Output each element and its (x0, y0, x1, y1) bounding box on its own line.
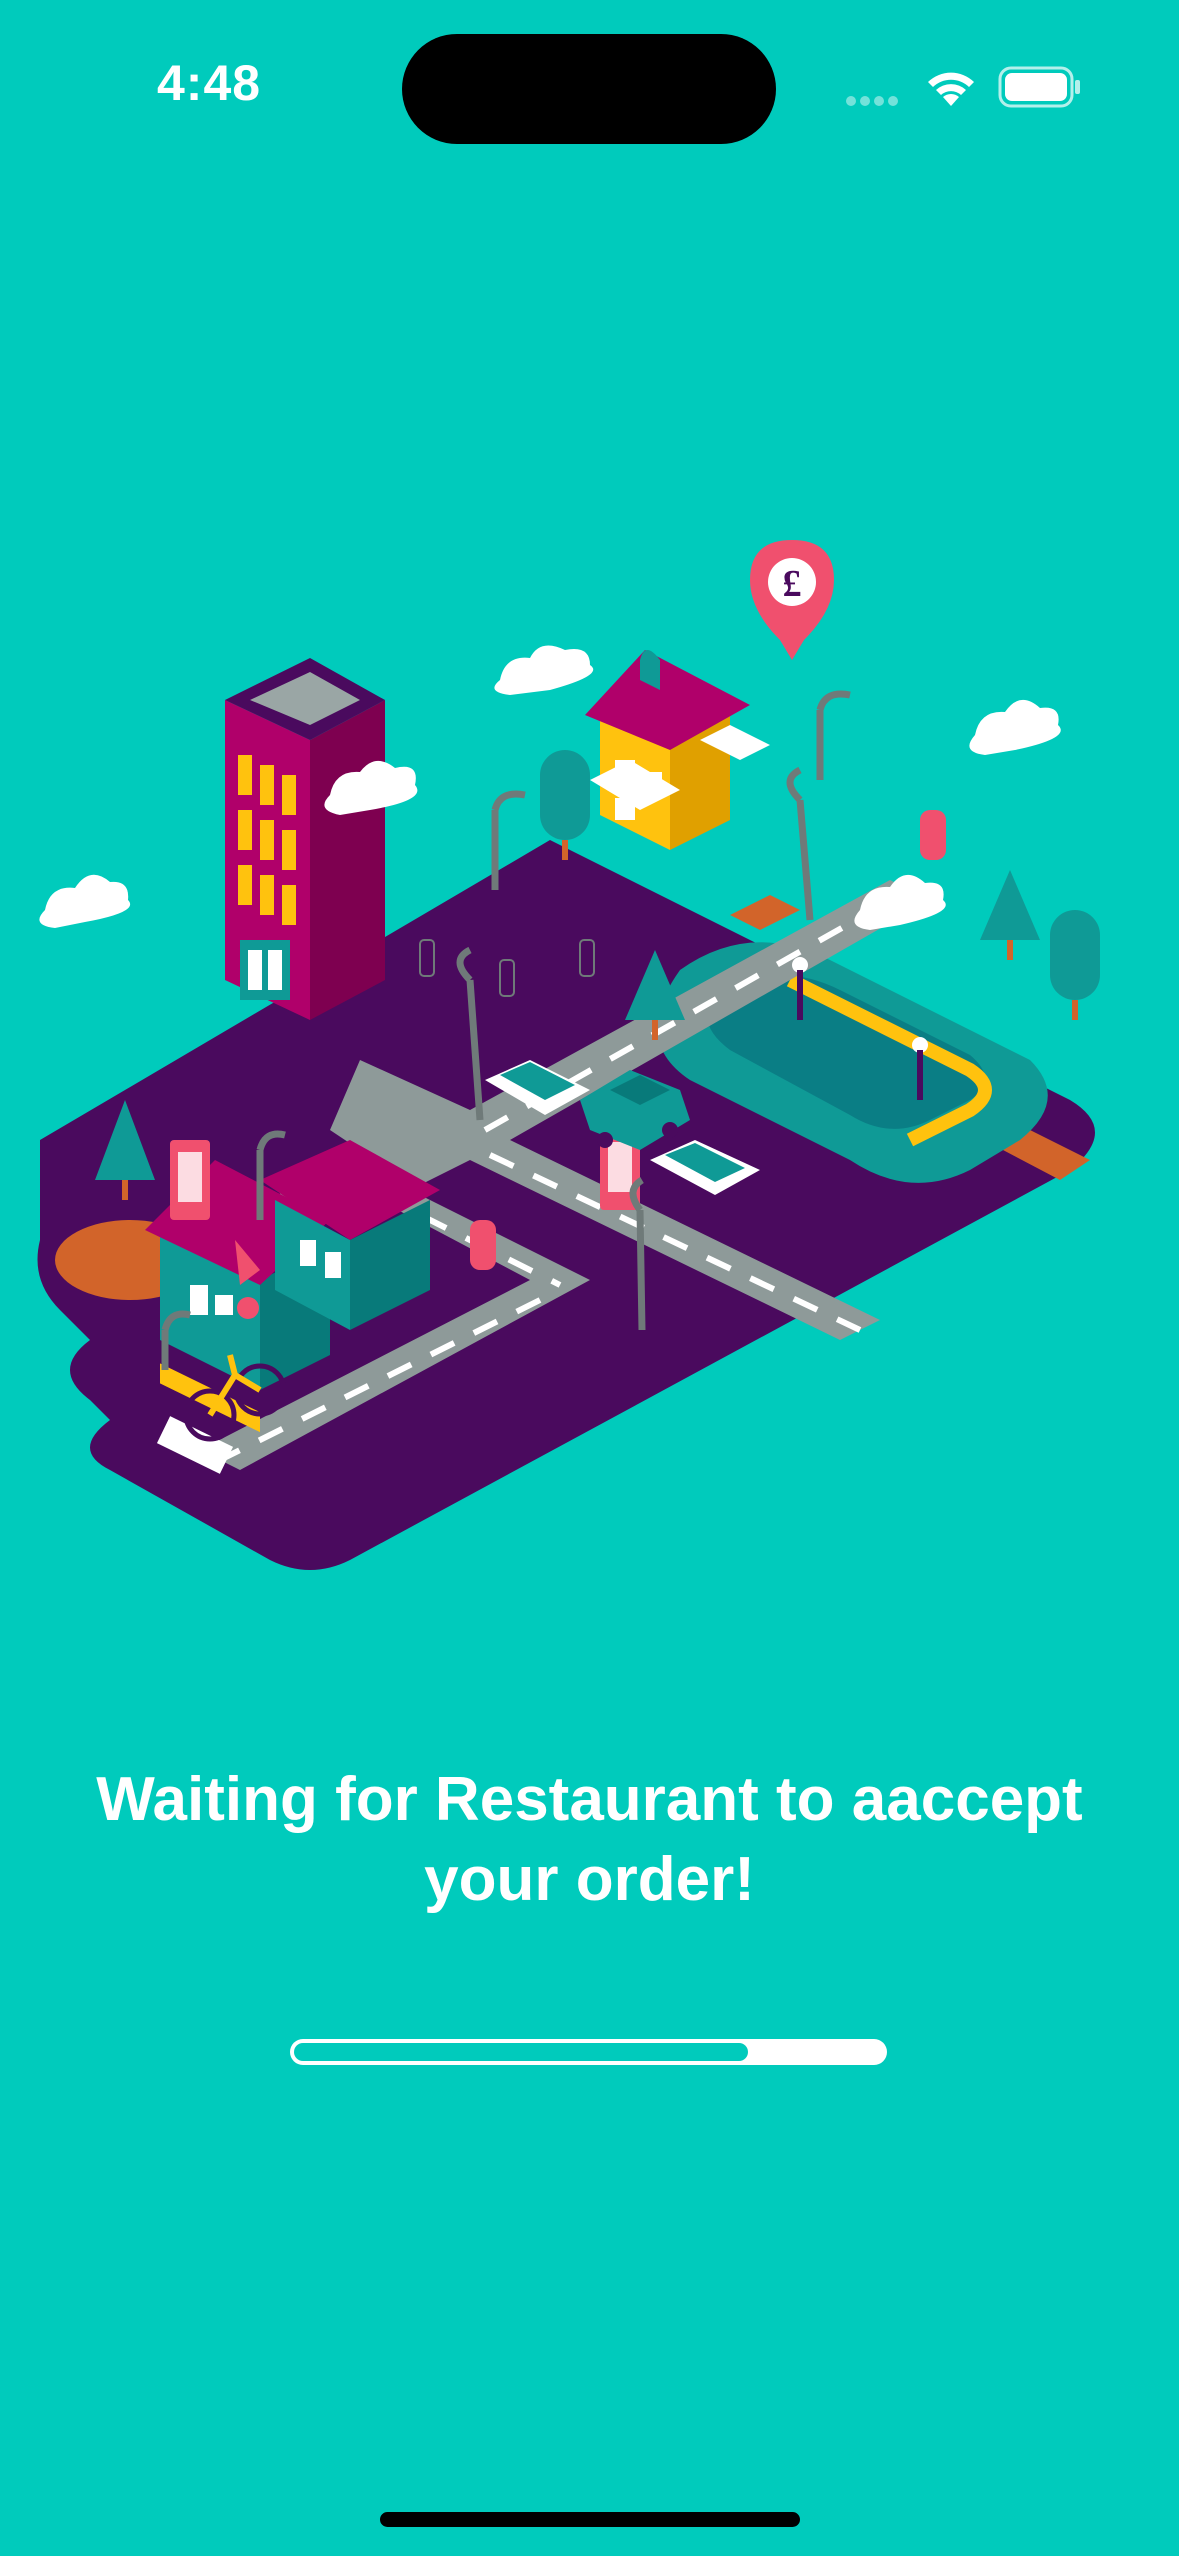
waiting-message-line-2: your order! (424, 1845, 755, 1914)
progress-bar-unfilled-track (294, 2043, 748, 2061)
battery-icon (998, 66, 1080, 108)
status-time: 4:48 (157, 55, 262, 111)
waiting-message-line-1: Waiting for Restaurant to aaccept (96, 1765, 1083, 1834)
home-indicator[interactable] (380, 2512, 800, 2527)
waiting-message: Waiting for Restaurant to aaccept your o… (40, 1760, 1139, 1920)
status-bar: 4:48 (0, 0, 1179, 180)
order-progress-bar (290, 2039, 887, 2065)
dynamic-island (402, 34, 776, 144)
signal-icon (846, 96, 898, 106)
wifi-icon (928, 72, 974, 106)
pin-pound-symbol: £ (783, 563, 802, 605)
isometric-city-delivery-illustration: £ (37, 540, 1100, 1570)
